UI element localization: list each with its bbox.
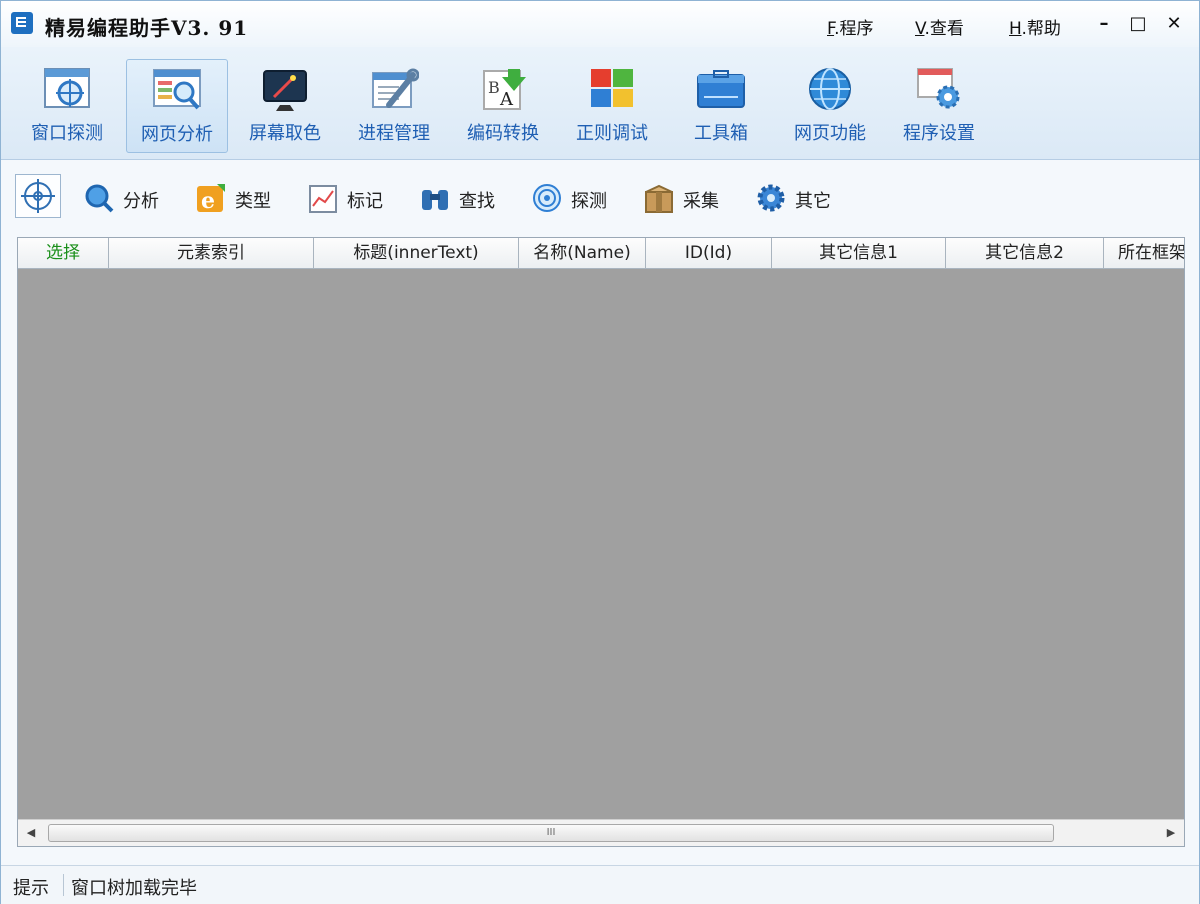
title-bar[interactable]: 精易编程助手V3. 91 F.程序 V.查看 H.帮助 – □ ✕ — [1, 1, 1199, 47]
tool-web-analysis-label: 网页分析 — [141, 124, 213, 145]
tool-encoding-convert-label: 编码转换 — [467, 123, 539, 144]
web-analysis-icon — [153, 69, 201, 110]
menu-program-label: .程序 — [834, 19, 874, 39]
screen-color-picker-icon — [263, 70, 307, 111]
tool-window-probe-label: 窗口探测 — [31, 123, 103, 144]
tool-screen-color[interactable]: 屏幕取色 — [235, 59, 335, 151]
process-manager-icon — [372, 68, 419, 108]
sub-probe-label: 探测 — [571, 191, 607, 212]
menu-help-key: H — [1009, 19, 1022, 39]
target-icon — [533, 184, 561, 212]
menu-program-key: F — [827, 19, 835, 39]
web-function-icon — [809, 68, 851, 110]
svg-text:A: A — [499, 89, 514, 110]
scroll-thumb[interactable]: III — [48, 824, 1054, 842]
app-window: 精易编程助手V3. 91 F.程序 V.查看 H.帮助 – □ ✕ 窗口探测 网… — [0, 0, 1200, 904]
mark-chart-icon — [309, 185, 337, 213]
col-header-title[interactable]: 标题(innerText) — [314, 238, 519, 268]
sub-collect-label: 采集 — [683, 191, 719, 212]
tool-regex-debug[interactable]: 正则调试 — [562, 59, 662, 151]
tool-web-function-label: 网页功能 — [794, 123, 866, 144]
scroll-right-arrow-icon[interactable]: ▶ — [1160, 820, 1182, 846]
crosshair-icon — [21, 179, 55, 213]
toolbox-icon — [697, 70, 745, 108]
menu-help-label: .帮助 — [1021, 19, 1061, 39]
window-probe-icon — [44, 68, 90, 108]
tool-toolbox-label: 工具箱 — [694, 123, 748, 144]
tool-program-settings-label: 程序设置 — [903, 123, 975, 144]
tool-process-manager-label: 进程管理 — [358, 123, 430, 144]
menu-view[interactable]: V.查看 — [915, 14, 964, 39]
tool-program-settings[interactable]: 程序设置 — [889, 59, 989, 151]
analyze-magnifier-icon — [85, 184, 114, 213]
grid-header: 选择 元素索引 标题(innerText) 名称(Name) ID(Id) 其它… — [18, 238, 1184, 269]
close-button[interactable]: ✕ — [1161, 11, 1187, 37]
element-grid[interactable]: 选择 元素索引 标题(innerText) 名称(Name) ID(Id) 其它… — [17, 237, 1185, 847]
col-header-other-info-2[interactable]: 其它信息2 — [946, 238, 1104, 268]
tool-encoding-convert[interactable]: B A 编码转换 — [453, 59, 553, 151]
minimize-button[interactable]: – — [1091, 11, 1117, 37]
main-toolbar: 窗口探测 网页分析 屏幕取色 进程管理 B A 编码转换 正则调试 工具箱 网页… — [1, 47, 1199, 160]
status-label: 提示 — [13, 878, 49, 899]
sub-type-label: 类型 — [235, 191, 271, 212]
regex-debug-icon — [591, 69, 633, 107]
tool-screen-color-label: 屏幕取色 — [249, 123, 321, 144]
menu-view-label: .查看 — [924, 19, 964, 39]
sub-toolbar: 分析 e 类型 标记 查找 探测 采集 其它 — [1, 160, 1199, 236]
gear-icon — [757, 184, 785, 212]
horizontal-scrollbar[interactable]: ◀ III ▶ — [18, 819, 1184, 846]
collect-box-icon — [645, 184, 673, 213]
col-header-id[interactable]: ID(Id) — [646, 238, 772, 268]
svg-text:e: e — [201, 188, 215, 214]
tool-window-probe[interactable]: 窗口探测 — [17, 59, 117, 151]
col-header-frame[interactable]: 所在框架 — [1104, 238, 1184, 268]
menu-help[interactable]: H.帮助 — [1009, 14, 1061, 39]
app-logo-icon — [11, 12, 33, 34]
sub-mark-label: 标记 — [347, 191, 383, 212]
sub-analyze-label: 分析 — [123, 191, 159, 212]
app-title: 精易编程助手V3. 91 — [45, 16, 249, 40]
program-settings-icon — [917, 68, 960, 109]
crosshair-probe-button[interactable] — [15, 174, 61, 218]
tool-regex-debug-label: 正则调试 — [576, 123, 648, 144]
tool-process-manager[interactable]: 进程管理 — [344, 59, 444, 151]
sub-find-label: 查找 — [459, 191, 495, 212]
tool-web-function[interactable]: 网页功能 — [780, 59, 880, 151]
svg-text:B: B — [488, 78, 500, 97]
col-header-select[interactable]: 选择 — [18, 238, 109, 268]
maximize-button[interactable]: □ — [1125, 11, 1151, 37]
binoculars-icon — [422, 190, 448, 210]
tool-web-analysis[interactable]: 网页分析 — [126, 59, 228, 153]
col-header-element-index[interactable]: 元素索引 — [109, 238, 314, 268]
col-header-name[interactable]: 名称(Name) — [519, 238, 646, 268]
encoding-convert-icon: B A — [483, 69, 526, 110]
status-bar: 提示 窗口树加载完毕 — [1, 865, 1199, 904]
col-header-other-info-1[interactable]: 其它信息1 — [772, 238, 946, 268]
ie-type-icon: e — [197, 184, 225, 214]
sub-other-label: 其它 — [795, 191, 831, 212]
status-message: 窗口树加载完毕 — [71, 878, 197, 899]
status-divider — [63, 874, 64, 896]
scroll-left-arrow-icon[interactable]: ◀ — [20, 820, 42, 846]
menu-program[interactable]: F.程序 — [827, 14, 873, 39]
tool-toolbox[interactable]: 工具箱 — [671, 59, 771, 151]
